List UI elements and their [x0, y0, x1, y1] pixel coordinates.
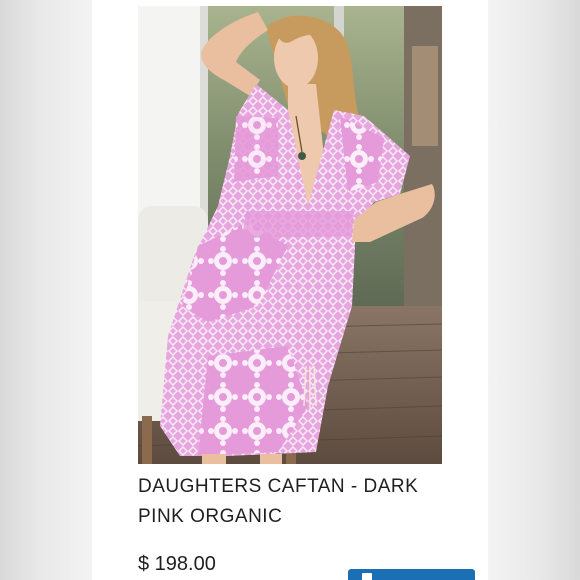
add-to-cart-button[interactable] — [348, 569, 475, 580]
product-image[interactable] — [138, 6, 442, 464]
product-photo-illustration — [138, 6, 442, 464]
product-price: $ 198.00 — [138, 553, 216, 575]
product-card: DAUGHTERS CAFTAN - DARK PINK ORGANIC $ 1… — [92, 0, 488, 580]
right-backdrop — [488, 0, 580, 580]
product-title: DAUGHTERS CAFTAN - DARK PINK ORGANIC — [138, 476, 419, 527]
left-backdrop — [0, 0, 92, 580]
cart-icon — [362, 573, 372, 580]
